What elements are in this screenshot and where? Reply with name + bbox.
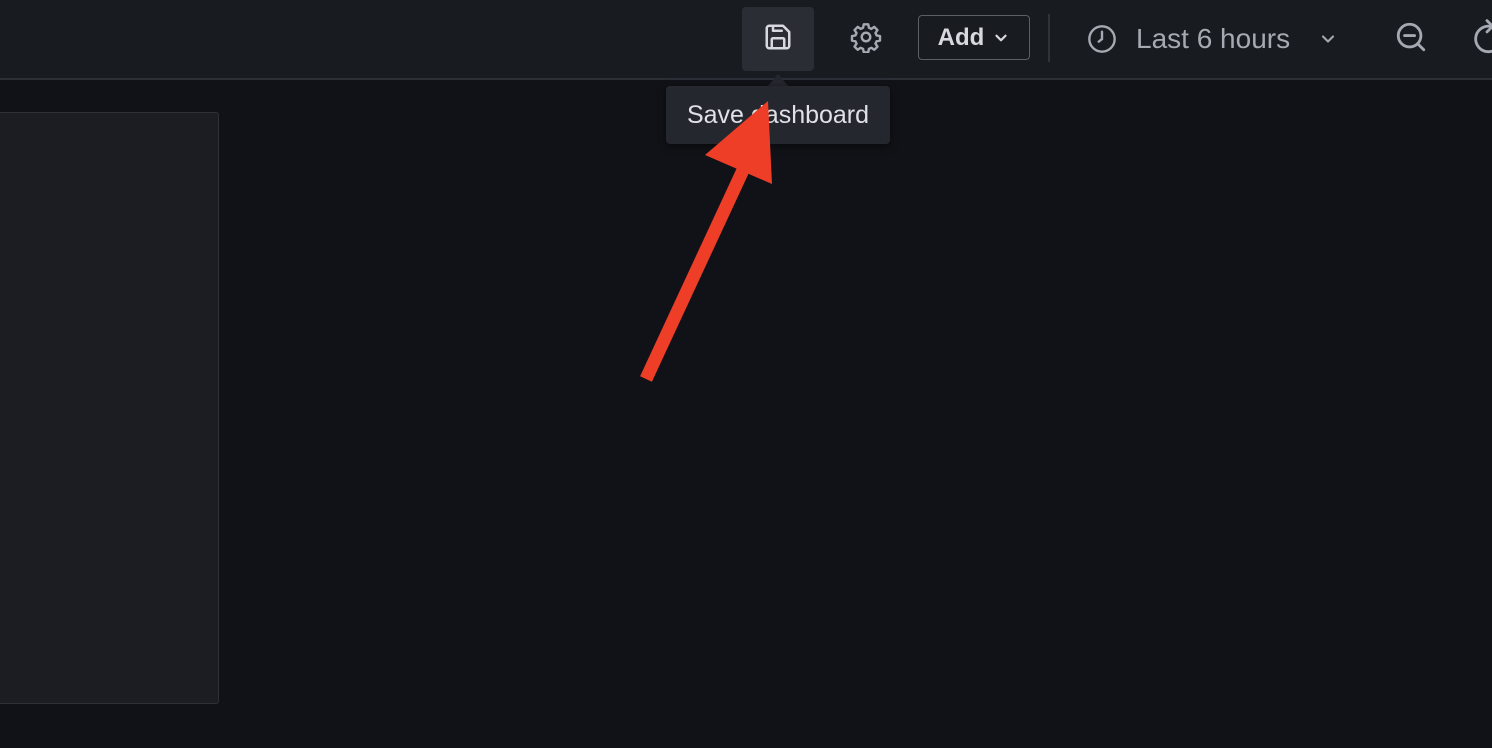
clock-icon [1086, 23, 1118, 55]
zoom-out-icon [1394, 20, 1428, 59]
chevron-down-icon [992, 29, 1010, 47]
time-range-picker[interactable]: Last 6 hours [1082, 10, 1372, 68]
toolbar-divider [1048, 14, 1050, 62]
add-panel-button[interactable]: Add [918, 15, 1030, 60]
zoom-out-button[interactable] [1386, 12, 1436, 66]
chevron-down-icon [1318, 29, 1338, 49]
save-dashboard-button[interactable] [742, 7, 814, 71]
dashboard-panel[interactable] [0, 112, 219, 704]
time-range-label: Last 6 hours [1136, 23, 1291, 54]
tooltip-text: Save dashboard [686, 100, 870, 129]
save-icon [763, 22, 793, 57]
refresh-button[interactable] [1470, 12, 1492, 66]
dashboard-settings-button[interactable] [836, 8, 896, 70]
dashboard-toolbar: Add Last 6 hours [0, 0, 1492, 80]
refresh-icon [1470, 19, 1492, 66]
save-dashboard-tooltip: Save dashboard [666, 86, 890, 144]
dashboard-page: Add Last 6 hours Save dashboard [0, 0, 1492, 748]
gear-icon [850, 21, 882, 58]
tooltip-caret [768, 74, 788, 86]
add-button-label: Add [937, 23, 985, 51]
